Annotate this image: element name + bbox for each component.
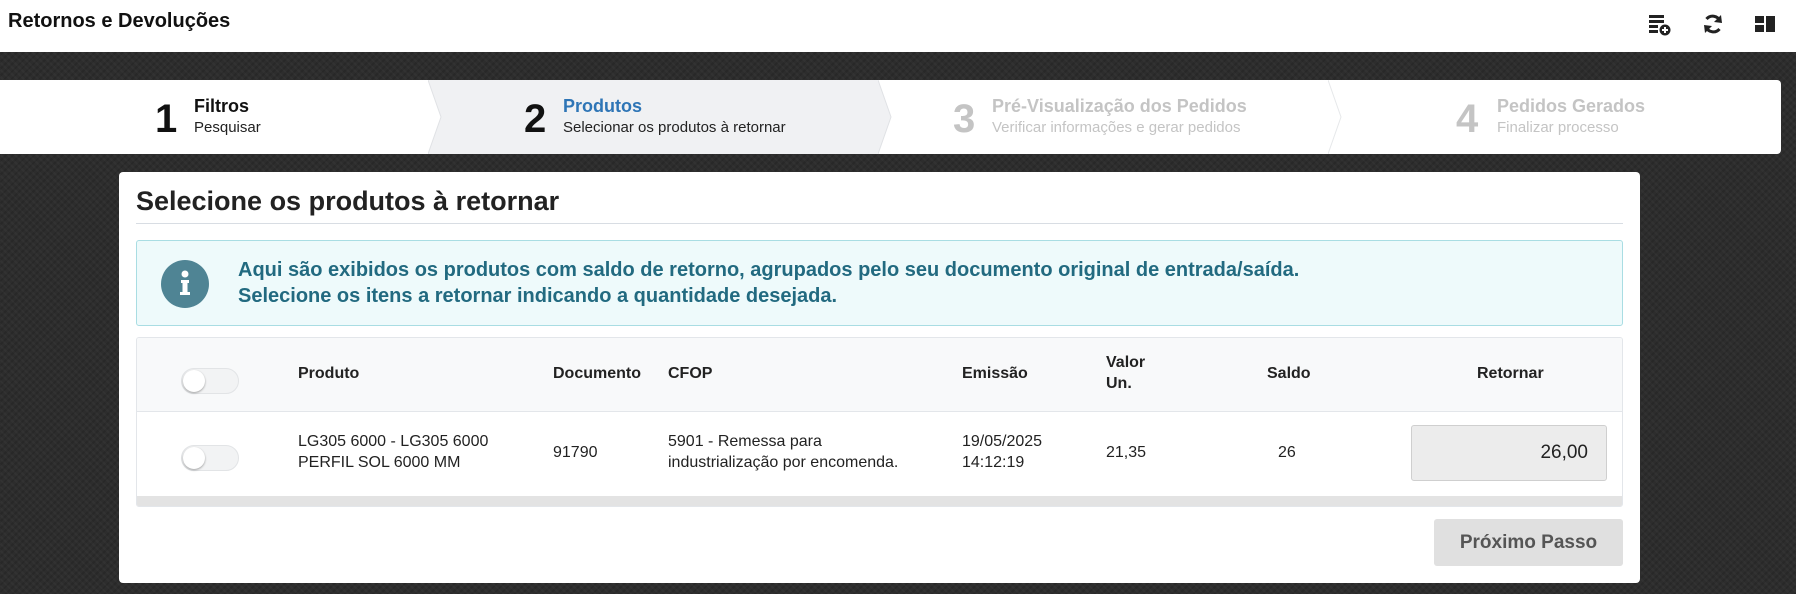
step-label: Produtos	[563, 96, 642, 116]
layout-icon[interactable]	[1751, 10, 1779, 38]
step-sub: Pesquisar	[194, 119, 261, 136]
retornar-quantity-input[interactable]	[1411, 425, 1607, 481]
step-pre-visualizacao: 3 Pré-Visualização dos Pedidos Verificar…	[878, 80, 1328, 154]
step-label: Filtros	[194, 96, 250, 116]
step-number: 3	[953, 97, 976, 141]
cell-emissao-time: 14:12:19	[962, 454, 1025, 471]
horizontal-scrollbar[interactable]	[137, 496, 1622, 506]
column-header-retornar[interactable]: Retornar	[1477, 365, 1544, 383]
cell-documento: 91790	[553, 444, 598, 461]
step-separator	[428, 80, 442, 154]
cell-emissao-date: 19/05/2025	[962, 433, 1043, 450]
app-header: Retornos e Devoluções	[0, 0, 1796, 52]
page-title: Retornos e Devoluções	[8, 10, 231, 32]
column-header-cfop[interactable]: CFOP	[668, 365, 712, 383]
step-filtros[interactable]: 1 Filtros Pesquisar	[0, 80, 450, 154]
select-all-toggle[interactable]	[181, 368, 239, 394]
cell-produto-line-1: LG305 6000 - LG305 6000	[298, 433, 489, 450]
divider	[136, 223, 1623, 224]
next-step-button[interactable]: Próximo Passo	[1434, 519, 1623, 566]
table-row: LG305 6000 - LG305 6000 PERFIL SOL 6000 …	[137, 412, 1622, 496]
products-card: Selecione os produtos à retornar Aqui sã…	[119, 172, 1640, 583]
step-sub: Selecionar os produtos à retornar	[563, 119, 786, 136]
toggle-knob	[183, 447, 205, 469]
column-header-valor-un-2: Un.	[1106, 375, 1132, 392]
step-label: Pré-Visualização dos Pedidos	[992, 96, 1247, 116]
step-separator	[878, 80, 892, 154]
info-icon	[161, 260, 209, 308]
step-pedidos-gerados: 4 Pedidos Gerados Finalizar processo	[1328, 80, 1778, 154]
wizard-stepper: 1 Filtros Pesquisar 2 Produtos Seleciona…	[0, 80, 1781, 154]
section-heading: Selecione os produtos à retornar	[136, 186, 560, 216]
column-header-valor-un[interactable]: Valor	[1106, 354, 1145, 372]
step-produtos[interactable]: 2 Produtos Selecionar os produtos à reto…	[428, 80, 878, 154]
info-alert: Aqui são exibidos os produtos com saldo …	[136, 240, 1623, 326]
step-sub: Verificar informações e gerar pedidos	[992, 119, 1241, 136]
toggle-knob	[183, 370, 205, 392]
cell-valor-un: 21,35	[1106, 444, 1147, 461]
column-header-saldo[interactable]: Saldo	[1267, 365, 1311, 383]
column-header-emissao[interactable]: Emissão	[962, 365, 1028, 383]
step-number: 1	[155, 97, 178, 141]
info-line-1: Aqui são exibidos os produtos com saldo …	[238, 259, 1300, 281]
list-add-icon[interactable]	[1645, 10, 1673, 38]
cell-cfop-line-2: industrialização por encomenda.	[668, 454, 899, 471]
column-header-documento[interactable]: Documento	[553, 365, 641, 383]
step-number: 2	[524, 97, 547, 141]
cell-saldo: 26	[1278, 444, 1296, 461]
row-select-toggle[interactable]	[181, 445, 239, 471]
cell-produto-line-2: PERFIL SOL 6000 MM	[298, 454, 461, 471]
info-line-2: Selecione os itens a retornar indicando …	[238, 285, 838, 307]
step-separator	[1328, 80, 1342, 154]
step-label: Pedidos Gerados	[1497, 96, 1646, 116]
products-table: Produto Documento CFOP Emissão Valor Un.…	[136, 337, 1623, 507]
cell-cfop-line-1: 5901 - Remessa para	[668, 433, 822, 450]
table-header: Produto Documento CFOP Emissão Valor Un.…	[137, 338, 1622, 412]
refresh-icon[interactable]	[1699, 10, 1727, 38]
column-header-produto[interactable]: Produto	[298, 365, 359, 383]
step-number: 4	[1456, 97, 1479, 141]
step-sub: Finalizar processo	[1497, 119, 1619, 136]
